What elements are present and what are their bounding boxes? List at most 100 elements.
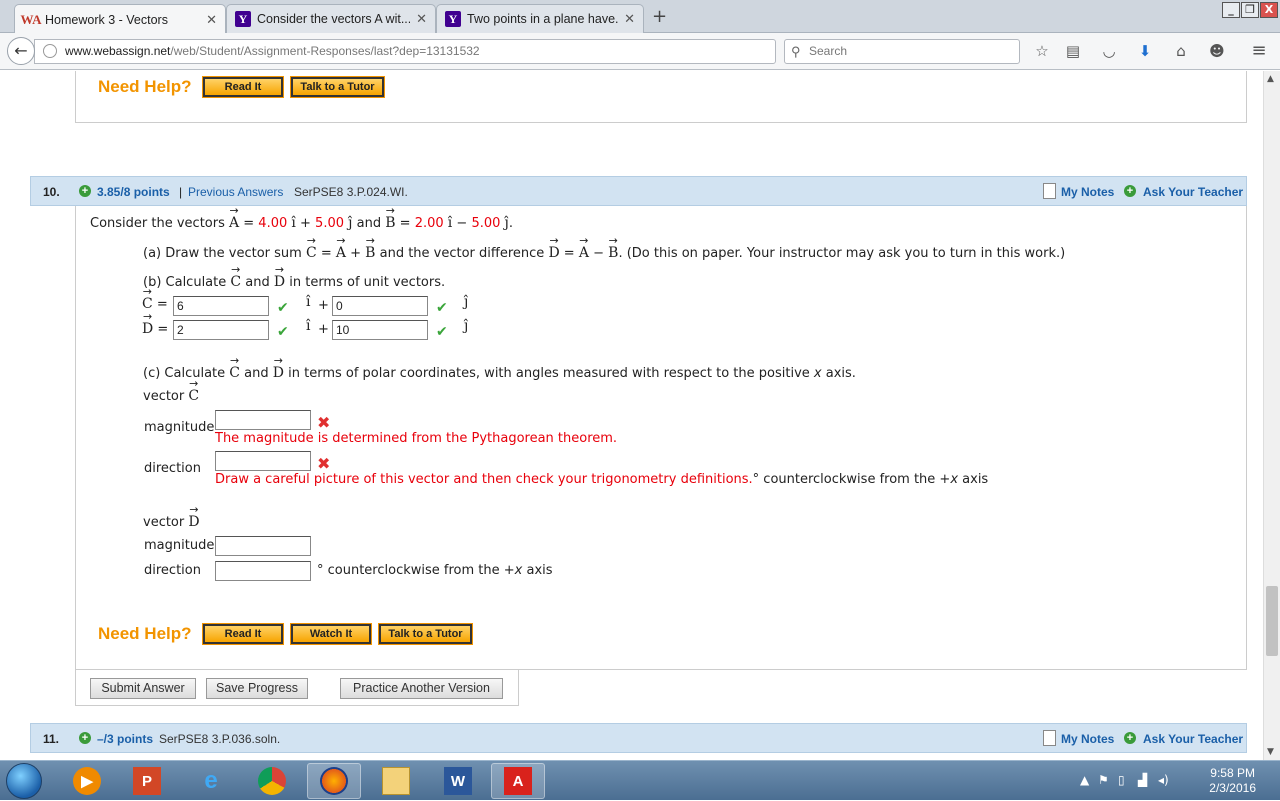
C-magnitude-input[interactable]: [215, 410, 311, 430]
chat-icon[interactable]: ☻: [1207, 41, 1227, 61]
taskbar-word[interactable]: W: [431, 763, 485, 799]
B-y-value: 5.00: [471, 216, 501, 231]
tab-title: Homework 3 - Vectors: [45, 12, 168, 27]
tab-two-points[interactable]: Y Two points in a plane have... ✕: [436, 4, 644, 33]
home-icon[interactable]: ⌂: [1171, 41, 1191, 61]
degree-var: x: [950, 472, 959, 487]
word-icon: W: [444, 767, 472, 795]
vector-D-heading: vector D: [143, 503, 200, 530]
stem-text: Consider the vectors: [90, 216, 225, 231]
practice-another-version-button[interactable]: Practice Another Version: [340, 678, 503, 699]
system-clock[interactable]: 9:58 PM 2/3/2016: [1209, 766, 1256, 796]
pocket-icon[interactable]: ◡: [1099, 41, 1119, 61]
globe-icon: [43, 44, 57, 58]
vector-D-symbol: D: [548, 234, 559, 261]
webassign-icon: WA: [20, 11, 42, 27]
url-bar[interactable]: www.webassign.net/web/Student/Assignment…: [34, 39, 799, 64]
D-j-input[interactable]: 10: [332, 320, 428, 340]
new-tab-icon[interactable]: +: [652, 6, 667, 27]
part-a-post: . (Do this on paper. Your instructor may…: [618, 246, 1066, 261]
talk-to-tutor-button[interactable]: Talk to a Tutor: [378, 623, 473, 645]
clock-date: 2/3/2016: [1209, 781, 1256, 795]
ask-teacher-plus-icon[interactable]: +: [1124, 732, 1136, 744]
downloads-icon[interactable]: ⬇: [1135, 41, 1155, 61]
incorrect-x-icon: ✖: [317, 413, 331, 432]
taskbar-acrobat[interactable]: A: [491, 763, 545, 799]
bookmarks-list-icon[interactable]: ▤: [1063, 41, 1083, 61]
save-progress-button[interactable]: Save Progress: [206, 678, 308, 699]
degree-axis: axis: [522, 563, 553, 578]
D-magnitude-input[interactable]: [215, 536, 311, 556]
vector-A-symbol: A: [336, 234, 346, 261]
show-hidden-icons-icon[interactable]: ▲: [1080, 773, 1089, 787]
bookmark-star-icon[interactable]: ☆: [1032, 41, 1052, 61]
unit-j-hat: ĵ: [504, 215, 509, 231]
network-icon[interactable]: ▟: [1138, 773, 1147, 787]
C-magnitude-feedback: The magnitude is determined from the Pyt…: [215, 431, 618, 446]
ask-your-teacher-link[interactable]: Ask Your Teacher: [1143, 185, 1243, 199]
question-source: SerPSE8 3.P.024.WI.: [294, 185, 408, 199]
my-notes-link[interactable]: My Notes: [1061, 185, 1114, 199]
windows-taskbar: ▶ P e W A ▲ ⚑ ▯ ▟ ◂) 9:58 PM 2/3/2016: [0, 760, 1280, 800]
read-it-button[interactable]: Read It: [202, 623, 284, 645]
my-notes-link[interactable]: My Notes: [1061, 732, 1114, 746]
scrollbar-thumb[interactable]: [1266, 586, 1278, 656]
correct-check-icon: ✔: [277, 300, 289, 316]
taskbar-file-explorer[interactable]: [369, 763, 423, 799]
close-tab-icon[interactable]: ✕: [206, 12, 217, 28]
D-equals-label: D =: [142, 310, 168, 337]
taskbar-internet-explorer[interactable]: e: [184, 763, 238, 799]
D-direction-input[interactable]: [215, 561, 311, 581]
menu-icon[interactable]: ≡: [1249, 41, 1269, 61]
previous-answers-link[interactable]: Previous Answers: [188, 185, 283, 199]
search-input[interactable]: ⚲ Search: [784, 39, 1020, 64]
volume-icon[interactable]: ◂): [1158, 773, 1169, 787]
question-stem: Consider the vectors A = 4.00 î + 5.00 ĵ…: [90, 204, 513, 231]
taskbar-firefox[interactable]: [307, 763, 361, 799]
url-path: /web/Student/Assignment-Responses/last?d…: [170, 44, 480, 58]
degree-suffix: ° counterclockwise from the +: [317, 563, 515, 578]
D-i-input[interactable]: 2: [173, 320, 269, 340]
file-explorer-icon: [382, 767, 410, 795]
part-b-mid: and: [245, 275, 270, 290]
tab-consider-vectors[interactable]: Y Consider the vectors A wit... ✕: [226, 4, 436, 33]
C-j-input[interactable]: 0: [332, 296, 428, 316]
notes-icon[interactable]: [1043, 730, 1056, 746]
power-icon[interactable]: ▯: [1118, 773, 1125, 787]
taskbar-chrome[interactable]: [245, 763, 299, 799]
plus-sign: +: [318, 298, 329, 313]
expand-plus-icon[interactable]: +: [79, 732, 91, 744]
ask-your-teacher-link[interactable]: Ask Your Teacher: [1143, 732, 1243, 746]
vector-D-symbol: D: [142, 310, 153, 337]
expand-plus-icon[interactable]: +: [79, 185, 91, 197]
close-tab-icon[interactable]: ✕: [624, 11, 635, 27]
part-a-mid: and the vector difference: [379, 246, 545, 261]
back-button[interactable]: ←: [7, 37, 35, 65]
talk-to-tutor-button[interactable]: Talk to a Tutor: [290, 76, 385, 98]
read-it-button[interactable]: Read It: [202, 76, 284, 98]
start-button[interactable]: [6, 763, 42, 799]
part-a-text: (a) Draw the vector sum C = A + B and th…: [143, 234, 1066, 261]
watch-it-button[interactable]: Watch It: [290, 623, 372, 645]
taskbar-media-player[interactable]: ▶: [60, 763, 114, 799]
correct-check-icon: ✔: [436, 324, 448, 340]
notes-icon[interactable]: [1043, 183, 1056, 199]
vector-label: vector: [143, 389, 185, 404]
close-window-button[interactable]: X: [1260, 2, 1278, 18]
scroll-up-icon[interactable]: ▲: [1267, 74, 1274, 84]
tab-homework-3[interactable]: WA Homework 3 - Vectors ✕: [14, 4, 226, 34]
scroll-down-icon[interactable]: ▼: [1267, 747, 1274, 757]
taskbar-powerpoint[interactable]: P: [120, 763, 174, 799]
submit-answer-button[interactable]: Submit Answer: [90, 678, 196, 699]
close-tab-icon[interactable]: ✕: [416, 11, 427, 27]
ask-teacher-plus-icon[interactable]: +: [1124, 185, 1136, 197]
vector-C-symbol: C: [230, 263, 241, 290]
windows-media-player-icon: ▶: [73, 767, 101, 795]
page-scrollbar[interactable]: ▲ ▼: [1263, 71, 1280, 760]
C-i-input[interactable]: 6: [173, 296, 269, 316]
minimize-button[interactable]: _: [1222, 2, 1240, 18]
C-direction-input[interactable]: [215, 451, 311, 471]
vector-label: vector: [143, 515, 185, 530]
action-center-icon[interactable]: ⚑: [1098, 773, 1109, 787]
restore-button[interactable]: ❒: [1241, 2, 1259, 18]
